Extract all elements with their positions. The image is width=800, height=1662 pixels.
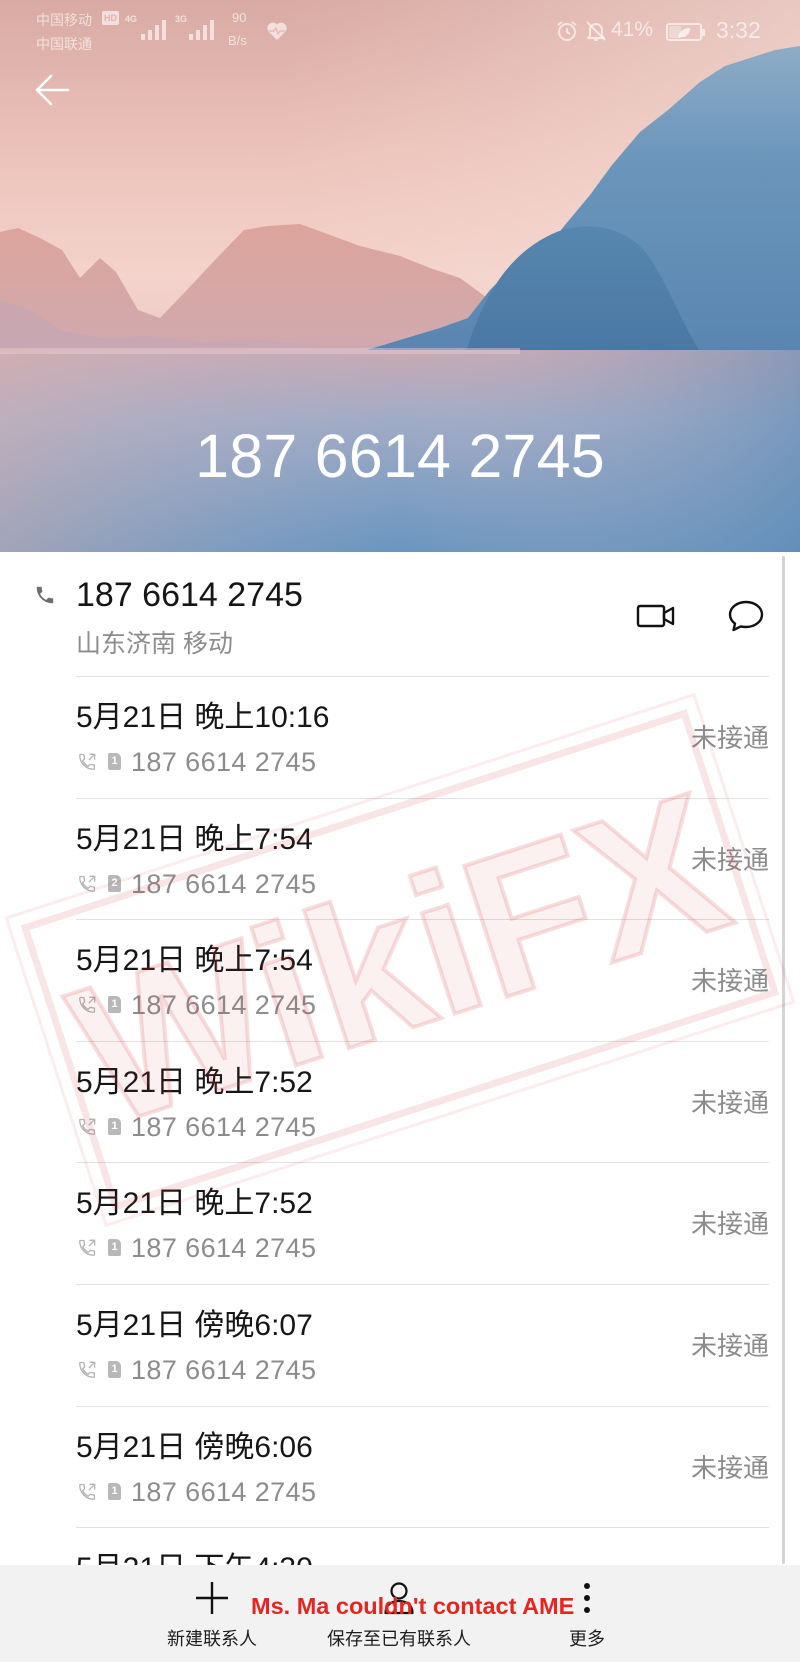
divider <box>76 1527 769 1529</box>
call-time: 5月21日 傍晚6:07 <box>76 1308 313 1342</box>
call-log-row[interactable]: 5月21日 晚上7:52 1 187 6614 2745 未接通 <box>0 1040 800 1163</box>
more-vertical-icon <box>582 1581 592 1615</box>
call-details: 1 187 6614 2745 <box>76 989 476 1021</box>
call-number: 187 6614 2745 <box>131 990 317 1021</box>
call-time: 5月21日 傍晚6:06 <box>76 1430 313 1464</box>
call-status: 未接通 <box>690 723 769 753</box>
call-log-row[interactable]: 5月21日 晚上7:52 1 187 6614 2745 未接通 <box>0 1162 800 1284</box>
sim-card-badge: 1 <box>108 996 121 1014</box>
call-time: 5月21日 晚上7:52 <box>76 1065 313 1099</box>
battery-percent: 41% <box>611 18 654 41</box>
sim-card-badge: 1 <box>108 1360 121 1378</box>
call-time: 5月21日 晚上7:52 <box>76 1187 313 1221</box>
number-detail-row[interactable]: 187 6614 2745 山东济南 移动 <box>0 552 800 676</box>
clock-time: 3:32 <box>716 17 761 43</box>
call-log-row[interactable]: 5月21日 傍晚6:06 1 187 6614 2745 未接通 <box>0 1405 800 1528</box>
call-status: 未接通 <box>690 1330 769 1361</box>
outgoing-call-icon <box>77 995 97 1015</box>
divider <box>76 1040 769 1042</box>
battery-tip <box>702 29 705 36</box>
network-type-2: 3G <box>175 14 188 24</box>
mute-icon <box>584 19 608 43</box>
call-log-row[interactable]: 5月21日 晚上10:16 1 187 6614 2745 未接通 <box>0 676 800 798</box>
sim-card-badge: 1 <box>108 1117 121 1135</box>
contact-phone-number[interactable]: 187 6614 2745 <box>76 577 303 613</box>
call-number: 187 6614 2745 <box>131 1233 317 1264</box>
call-time: 5月21日 晚上7:54 <box>76 822 313 856</box>
divider <box>76 1405 769 1407</box>
call-number: 187 6614 2745 <box>131 1111 317 1142</box>
overlay-caption: Ms. Ma couldn't contact AME <box>251 1593 575 1619</box>
call-time: 5月21日 晚上10:16 <box>76 701 330 734</box>
shore-reflection <box>0 348 520 354</box>
divider <box>76 676 769 677</box>
outgoing-call-icon <box>77 752 97 772</box>
phone-icon <box>34 584 56 611</box>
call-details: 1 187 6614 2745 <box>76 1232 476 1264</box>
divider <box>76 797 769 799</box>
battery-icon <box>666 22 706 42</box>
call-status: 未接通 <box>690 844 769 875</box>
call-log-row[interactable]: 5月21日 傍晚6:07 1 187 6614 2745 未接通 <box>0 1283 800 1406</box>
divider <box>76 1283 769 1285</box>
call-details: 1 187 6614 2745 <box>76 1476 476 1508</box>
outgoing-call-icon <box>77 1117 97 1137</box>
signal-icon <box>141 20 169 40</box>
call-number: 187 6614 2745 <box>131 868 317 899</box>
call-time: 5月21日 晚上7:54 <box>76 944 313 978</box>
number-location: 山东济南 移动 <box>76 630 233 658</box>
carrier-1: 中国移动 <box>36 12 92 28</box>
network-speed-unit: B/s <box>228 33 247 48</box>
send-message-button[interactable] <box>722 597 770 639</box>
back-arrow-icon <box>34 73 70 112</box>
message-icon <box>727 598 765 639</box>
call-details: 1 187 6614 2745 <box>76 1354 476 1386</box>
sim-card-badge: 1 <box>108 1239 121 1257</box>
call-status: 未接通 <box>690 1087 769 1118</box>
outgoing-call-icon <box>77 1238 97 1258</box>
save-to-existing-contact-label: 保存至已有联系人 <box>327 1629 471 1649</box>
call-number: 187 6614 2745 <box>131 1354 317 1385</box>
outgoing-call-icon <box>77 874 97 894</box>
contact-header-banner: 中国移动 HD 中国联通 4G 3G 90 B/s 41% 3:32 187 6… <box>0 0 800 552</box>
call-number: 187 6614 2745 <box>131 747 317 777</box>
call-details: 1 187 6614 2745 <box>76 746 476 778</box>
power-saving-leaf-icon <box>677 26 691 44</box>
call-status: 未接通 <box>690 1209 769 1240</box>
divider <box>76 1162 769 1164</box>
new-contact-label: 新建联系人 <box>167 1629 257 1649</box>
call-time: 5月21日 下午4:30 <box>76 1552 313 1565</box>
call-log-row[interactable]: 5月21日 下午4:30 <box>0 1527 800 1565</box>
heart-rate-icon <box>266 21 288 41</box>
outgoing-call-icon <box>77 1482 97 1502</box>
call-status: 未接通 <box>690 1452 769 1483</box>
network-type-1: 4G <box>125 14 138 24</box>
alarm-icon <box>555 19 579 43</box>
call-details: 1 187 6614 2745 <box>76 1111 476 1143</box>
sim-card-badge: 1 <box>108 1482 121 1500</box>
signal-icon <box>189 20 217 40</box>
header-phone-number: 187 6614 2745 <box>195 422 605 490</box>
outgoing-call-icon <box>77 1360 97 1380</box>
call-log-row[interactable]: 5月21日 晚上7:54 1 187 6614 2745 未接通 <box>0 919 800 1041</box>
call-status: 未接通 <box>690 966 769 997</box>
video-call-button[interactable] <box>632 600 680 636</box>
plus-icon <box>194 1580 230 1616</box>
call-details: 2 187 6614 2745 <box>76 868 476 900</box>
call-log-list: 5月21日 晚上10:16 1 187 6614 2745 未接通 5月21日 … <box>0 676 800 1565</box>
sim-card-badge: 1 <box>108 753 121 770</box>
hd-badge: HD <box>102 11 119 25</box>
carrier-2: 中国联通 <box>36 36 92 52</box>
phone-screen: 中国移动 HD 中国联通 4G 3G 90 B/s 41% 3:32 187 6… <box>0 0 800 1662</box>
call-log-row[interactable]: 5月21日 晚上7:54 2 187 6614 2745 未接通 <box>0 797 800 920</box>
more-options-label: 更多 <box>569 1629 605 1649</box>
divider <box>76 919 769 921</box>
sim-card-badge: 2 <box>108 874 121 892</box>
network-speed-value: 90 <box>232 10 247 25</box>
back-button[interactable] <box>30 72 74 112</box>
call-number: 187 6614 2745 <box>131 1476 317 1507</box>
scrollbar[interactable] <box>782 556 785 1564</box>
video-call-icon <box>636 602 676 635</box>
